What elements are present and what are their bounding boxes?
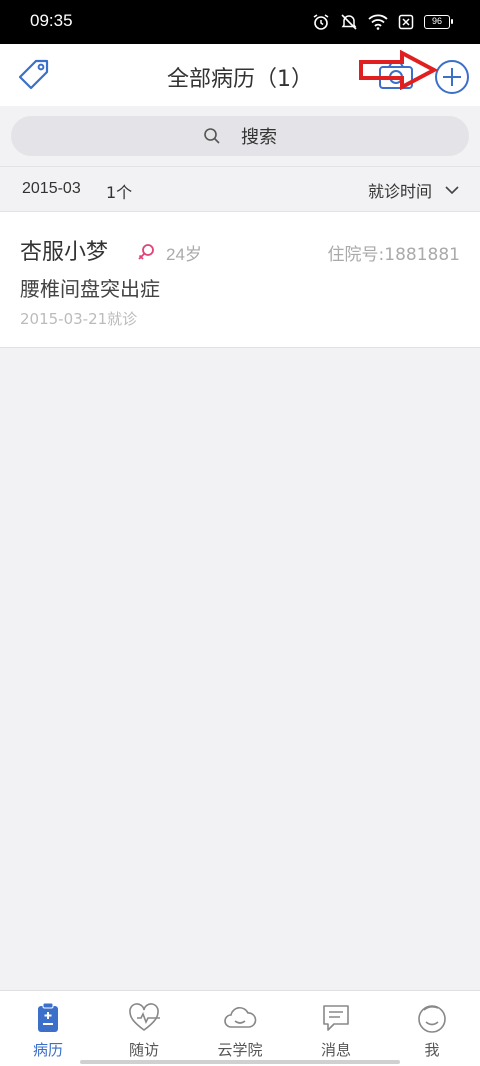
diagnosis: 腰椎间盘突出症 (20, 277, 160, 301)
status-time: 09:35 (30, 11, 73, 30)
search-bar[interactable]: 搜索 (11, 116, 469, 156)
sort-label: 就诊时间 (367, 182, 432, 201)
patient-name: 杏服小梦 (20, 240, 109, 265)
app-header: 全部病历（1） (0, 44, 480, 106)
chevron-down-icon (445, 186, 459, 195)
message-icon (323, 1005, 349, 1031)
patient-age: 24岁 (166, 245, 202, 264)
camera-icon[interactable] (378, 60, 414, 90)
search-area: 搜索 (0, 106, 480, 166)
bottom-tab-bar: 病历 随访 云学院 消息 我 (0, 990, 480, 1066)
filter-count: 1个 (106, 183, 133, 202)
filter-bar: 2015-03 1个 就诊时间 (0, 166, 480, 212)
wifi-icon (368, 14, 388, 30)
tab-label: 病历 (32, 1041, 63, 1059)
alarm-icon (313, 14, 329, 30)
home-indicator (80, 1060, 400, 1064)
tab-label: 我 (424, 1041, 440, 1059)
status-icons: 96 (312, 11, 453, 33)
add-record-button[interactable] (434, 59, 470, 95)
tab-label: 随访 (128, 1041, 159, 1059)
tab-followup[interactable]: 随访 (96, 991, 192, 1066)
mute-icon (341, 14, 357, 30)
heart-pulse-icon (129, 1003, 160, 1031)
no-sim-icon (398, 14, 414, 30)
record-card[interactable]: 杏服小梦 24岁 住院号:1881881 腰椎间盘突出症 2015-03-21就… (0, 212, 480, 348)
search-label: 搜索 (241, 127, 277, 148)
hospital-number: 住院号:1881881 (327, 245, 460, 265)
tab-label: 云学院 (217, 1041, 263, 1059)
clipboard-icon (38, 1002, 58, 1032)
tab-me[interactable]: 我 (384, 991, 480, 1066)
smile-face-icon (418, 1005, 446, 1033)
search-icon (204, 128, 220, 144)
tab-messages[interactable]: 消息 (288, 991, 384, 1066)
tab-label: 消息 (320, 1041, 351, 1059)
cloud-icon (224, 1007, 257, 1028)
status-bar: 09:35 96 (0, 0, 480, 44)
female-icon (138, 244, 154, 260)
visit-date: 2015-03-21就诊 (20, 310, 138, 328)
battery-icon: 96 (424, 15, 453, 29)
tab-cloud-academy[interactable]: 云学院 (192, 991, 288, 1066)
sort-dropdown[interactable]: 就诊时间 (368, 178, 460, 202)
tab-records[interactable]: 病历 (0, 991, 96, 1066)
filter-month: 2015-03 (22, 180, 81, 197)
